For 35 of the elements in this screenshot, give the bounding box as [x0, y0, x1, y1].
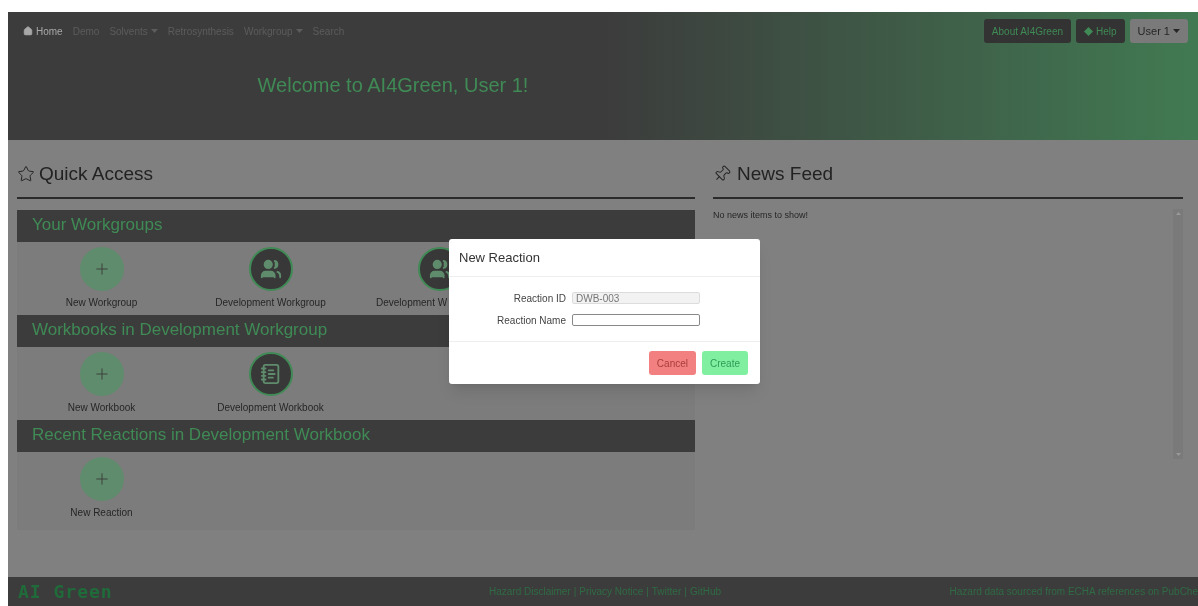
notebook-icon: [259, 362, 282, 385]
nav-link[interactable]: Home: [23, 23, 63, 39]
help-button[interactable]: Help: [1076, 19, 1125, 43]
tile-label: New Reaction: [70, 505, 133, 520]
field-label: Reaction ID: [512, 291, 566, 306]
help-icon: [1084, 26, 1093, 36]
cancel-button[interactable]: Cancel: [648, 351, 696, 375]
modal-title: New Reaction: [459, 248, 540, 267]
group-header: Recent Reactions in Development Workbook: [17, 419, 695, 452]
text-field[interactable]: [572, 314, 700, 326]
caret-icon: [295, 29, 303, 33]
welcome-heading: Welcome to AI4Green, User 1!: [257, 73, 529, 98]
star-icon: [17, 165, 35, 184]
tile-label: Development Workgroup: [215, 295, 326, 310]
tile-label: Development W: [375, 295, 448, 310]
home-icon: [23, 26, 33, 36]
caret-icon: [150, 29, 158, 33]
create-button[interactable]: Create: [702, 351, 748, 375]
people-icon: [259, 257, 282, 280]
scrollbar[interactable]: [1173, 208, 1183, 459]
tile-label: New Workbook: [67, 400, 136, 415]
caret-icon: [1173, 29, 1180, 33]
news-message: No news items to show!: [713, 208, 810, 222]
tile-label: New Workgroup: [65, 295, 138, 310]
section-heading: News Feed: [737, 162, 834, 186]
user-menu-button[interactable]: User 1: [1129, 19, 1188, 43]
separator: |: [684, 585, 687, 599]
people-icon: [428, 257, 451, 280]
separator: |: [573, 585, 577, 599]
about-button[interactable]: About AI4Green: [983, 19, 1071, 43]
group-header: Your Workgroups: [17, 209, 695, 242]
section-heading: Quick Access: [39, 162, 154, 186]
field-label: Reaction Name: [496, 313, 566, 328]
tile-label: Development Workbook: [217, 400, 324, 415]
separator: |: [646, 585, 649, 599]
